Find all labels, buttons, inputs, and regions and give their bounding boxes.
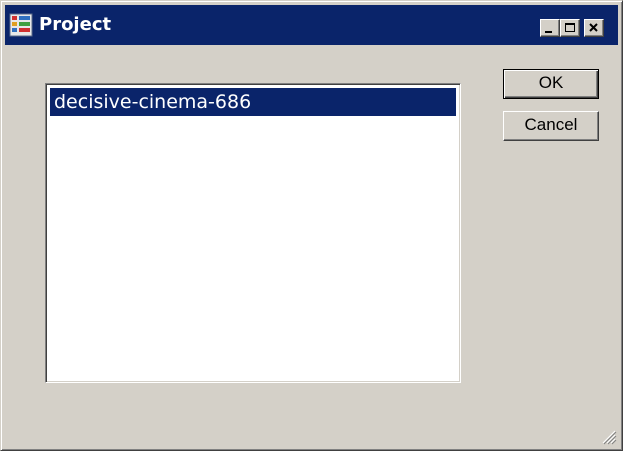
close-icon [589,23,598,32]
resize-grip-icon[interactable] [597,425,617,445]
maximize-icon [565,23,575,32]
close-button[interactable] [584,19,604,37]
cancel-button[interactable]: Cancel [503,111,599,141]
project-listbox[interactable]: decisive-cinema-686 [45,83,461,383]
minimize-icon [545,31,552,33]
maximize-button[interactable] [560,19,580,37]
list-item[interactable]: decisive-cinema-686 [50,88,456,116]
minimize-button[interactable] [540,19,560,37]
project-app-icon [9,13,33,37]
window-title: Project [39,14,112,35]
title-bar[interactable]: Project [5,5,618,45]
project-dialog: Project decisive-cinema-686 OK Cancel [0,0,623,451]
ok-button[interactable]: OK [503,69,599,99]
